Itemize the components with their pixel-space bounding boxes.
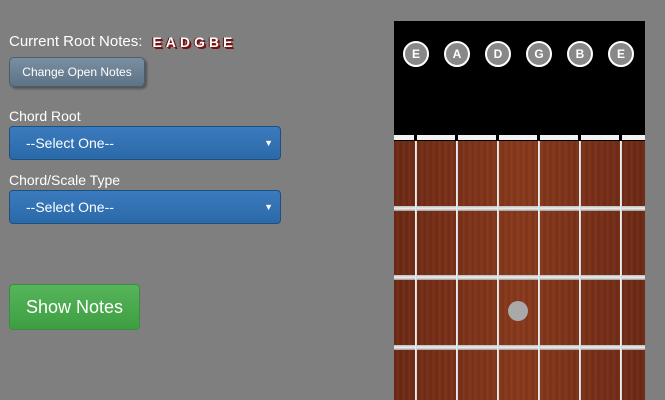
open-note-string-4[interactable]: D [485,41,511,67]
guitar-string [415,141,417,400]
nut-segment [540,135,578,140]
nut-segment [417,135,455,140]
caret-down-icon: ▼ [264,202,273,212]
root-note: B [208,33,220,50]
guitar-string [497,141,499,400]
nut-segment [581,135,619,140]
chord-root-value: --Select One-- [26,135,114,151]
nut-segment [499,135,537,140]
open-note-string-6[interactable]: E [403,41,429,67]
fret-wire [394,206,645,211]
root-note: E [152,33,163,50]
guitar-string [579,141,581,400]
nut-segment [394,135,414,140]
fret-position-marker [508,301,528,321]
chord-type-select[interactable]: --Select One-- ▼ [9,190,281,224]
chord-type-value: --Select One-- [26,199,114,215]
chord-root-select[interactable]: --Select One-- ▼ [9,126,281,160]
root-note: E [223,33,234,50]
nut-segment [458,135,496,140]
fret-wire [394,345,645,350]
fretboard-wood [394,141,645,400]
root-note: G [193,33,206,50]
open-note-string-3[interactable]: G [526,41,552,67]
guitar-fretboard: E A D G B E [394,21,645,400]
caret-down-icon: ▼ [264,138,273,148]
open-note-string-2[interactable]: B [567,41,593,67]
open-note-string-1[interactable]: E [608,41,634,67]
fret-wire [394,275,645,280]
root-note: D [179,33,191,50]
chord-root-label: Chord Root [9,108,81,124]
nut-segment [622,135,645,140]
headstock: E A D G B E [394,21,645,135]
open-note-string-5[interactable]: A [444,41,470,67]
current-root-notes: Current Root Notes: E A D G B E [9,33,233,50]
guitar-string [620,141,622,400]
root-note: A [165,33,177,50]
change-open-notes-button[interactable]: Change Open Notes [9,57,145,87]
root-notes-label: Current Root Notes: [9,33,143,50]
guitar-string [456,141,458,400]
show-notes-button[interactable]: Show Notes [9,284,140,330]
root-notes-list: E A D G B E [152,34,233,50]
chord-type-label: Chord/Scale Type [9,172,121,188]
guitar-string [538,141,540,400]
